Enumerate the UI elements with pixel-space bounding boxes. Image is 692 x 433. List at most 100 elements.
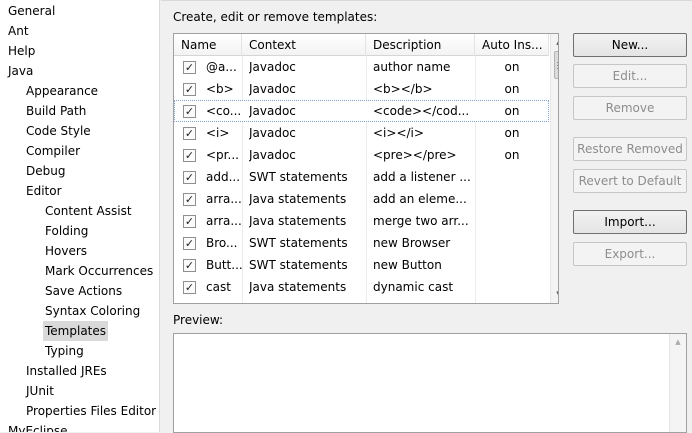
templates-table[interactable]: Name Context Description Auto Ins... ✓ @… — [173, 33, 559, 304]
scroll-up-arrow-icon[interactable]: ▲ — [670, 334, 686, 350]
top-divider — [161, 0, 692, 1]
table-row[interactable]: ✓ <b> Javadoc <b></b> on — [174, 78, 549, 100]
template-context: SWT statements — [249, 236, 348, 250]
column-header-context[interactable]: Context — [242, 34, 366, 56]
restore-removed-button[interactable]: Restore Removed — [573, 137, 687, 161]
scrollbar-thumb[interactable] — [554, 51, 558, 79]
tree-item-help[interactable]: Help — [6, 41, 37, 61]
tree-item-typing[interactable]: Typing — [43, 341, 86, 361]
template-auto-insert: on — [504, 104, 520, 118]
tree-item-label: Templates — [45, 324, 107, 338]
table-row-selected[interactable]: ✓ <co... Javadoc <code></cod... on — [174, 100, 549, 122]
column-header-description[interactable]: Description — [366, 34, 475, 56]
tree-item-label: Editor — [26, 184, 62, 198]
tree-item-folding[interactable]: Folding — [43, 221, 90, 241]
template-description: new Button — [373, 258, 442, 272]
column-header-name[interactable]: Name — [174, 34, 242, 56]
tree-item-editor[interactable]: Editor — [24, 181, 64, 201]
tree-item-compiler[interactable]: Compiler — [24, 141, 82, 161]
template-context: SWT statements — [249, 170, 348, 184]
export-button[interactable]: Export... — [573, 242, 687, 266]
tree-item-label: Save Actions — [45, 284, 123, 298]
template-auto-insert — [475, 254, 549, 276]
grip-line — [557, 68, 558, 69]
table-row[interactable]: ✓ arra... Java statements merge two arr.… — [174, 210, 549, 232]
tree-item-ant[interactable]: Ant — [6, 21, 31, 41]
tree-item-label: Ant — [8, 24, 29, 38]
template-auto-insert: on — [504, 60, 520, 74]
edit-button[interactable]: Edit... — [573, 64, 687, 88]
template-name: arra... — [206, 192, 242, 206]
template-description: <b></b> — [373, 82, 433, 96]
template-context: SWT statements — [249, 258, 348, 272]
tree-item-label: JUnit — [26, 384, 54, 398]
scroll-up-arrow-icon[interactable]: ▲ — [551, 34, 558, 50]
enabled-checkbox[interactable]: ✓ — [183, 259, 196, 272]
tree-item-content-assist[interactable]: Content Assist — [43, 201, 134, 221]
tree-item-myeclipse[interactable]: MyEclipse — [6, 421, 70, 432]
enabled-checkbox[interactable]: ✓ — [183, 83, 196, 96]
enabled-checkbox[interactable]: ✓ — [183, 193, 196, 206]
template-description: add a listener ... — [373, 170, 471, 184]
enabled-checkbox[interactable]: ✓ — [183, 237, 196, 250]
template-auto-insert: on — [504, 82, 520, 96]
enabled-checkbox[interactable]: ✓ — [183, 215, 196, 228]
tree-item-appearance[interactable]: Appearance — [24, 81, 100, 101]
template-context: Javadoc — [249, 104, 296, 118]
tree-item-build-path[interactable]: Build Path — [24, 101, 88, 121]
tree-item-hovers[interactable]: Hovers — [43, 241, 89, 261]
column-header-auto-insert[interactable]: Auto Ins... — [475, 34, 549, 56]
table-row[interactable]: ✓ <pr... Javadoc <pre></pre> on — [174, 144, 549, 166]
template-auto-insert — [475, 166, 549, 188]
template-name: add... — [206, 170, 241, 184]
tree-item-templates[interactable]: Templates — [43, 321, 109, 341]
tree-item-syntax-coloring[interactable]: Syntax Coloring — [43, 301, 142, 321]
enabled-checkbox[interactable]: ✓ — [183, 127, 196, 140]
preferences-tree: General Ant Help Java Appearance Build P… — [0, 0, 160, 432]
tree-item-installed-jres[interactable]: Installed JREs — [24, 361, 109, 381]
tree-item-mark-occurrences[interactable]: Mark Occurrences — [43, 261, 155, 281]
template-name: <co... — [206, 104, 242, 118]
table-row[interactable]: ✓ <i> Javadoc <i></i> on — [174, 122, 549, 144]
tree-item-label: Build Path — [26, 104, 87, 118]
templates-page: Create, edit or remove templates: Name C… — [161, 0, 692, 433]
tree-item-label: Properties Files Editor — [26, 404, 157, 418]
scroll-down-arrow-icon[interactable]: ▼ — [551, 286, 558, 302]
tree-item-save-actions[interactable]: Save Actions — [43, 281, 124, 301]
enabled-checkbox[interactable]: ✓ — [183, 61, 196, 74]
table-row[interactable]: ✓ arra... Java statements add an eleme..… — [174, 188, 549, 210]
tree-item-label: Hovers — [45, 244, 88, 258]
enabled-checkbox[interactable]: ✓ — [183, 149, 196, 162]
template-context: Java statements — [249, 214, 347, 228]
tree-item-code-style[interactable]: Code Style — [24, 121, 93, 141]
table-row[interactable]: ✓ @a... Javadoc author name on — [174, 56, 549, 78]
tree-item-junit[interactable]: JUnit — [24, 381, 56, 401]
template-description: <pre></pre> — [373, 148, 457, 162]
enabled-checkbox[interactable]: ✓ — [183, 281, 196, 294]
tree-item-general[interactable]: General — [6, 1, 57, 21]
preview-vertical-scrollbar[interactable]: ▲ — [669, 334, 686, 432]
table-row[interactable]: ✓ Bro... SWT statements new Browser — [174, 232, 549, 254]
enabled-checkbox[interactable]: ✓ — [183, 105, 196, 118]
table-row[interactable]: ✓ Butt... SWT statements new Button — [174, 254, 549, 276]
table-vertical-scrollbar[interactable]: ▲ ▼ — [550, 34, 558, 303]
tree-item-java[interactable]: Java — [6, 61, 35, 81]
import-button[interactable]: Import... — [573, 210, 687, 234]
template-name: <b> — [206, 82, 234, 96]
table-row[interactable]: ✓ cast Java statements dynamic cast — [174, 276, 549, 298]
template-name: <i> — [206, 126, 230, 140]
tree-item-label: Typing — [45, 344, 84, 358]
template-description: author name — [373, 60, 451, 74]
new-button[interactable]: New... — [573, 33, 687, 57]
remove-button[interactable]: Remove — [573, 96, 687, 120]
tree-item-properties-files-editor[interactable]: Properties Files Editor — [24, 401, 158, 421]
table-row[interactable]: ✓ add... SWT statements add a listener .… — [174, 166, 549, 188]
template-description: new Browser — [373, 236, 451, 250]
revert-to-default-button[interactable]: Revert to Default — [573, 169, 687, 193]
tree-item-debug[interactable]: Debug — [24, 161, 67, 181]
preview-text-area[interactable]: ▲ — [173, 333, 687, 433]
template-auto-insert: on — [504, 126, 520, 140]
tree-item-label: Debug — [26, 164, 66, 178]
template-context: Javadoc — [249, 126, 296, 140]
enabled-checkbox[interactable]: ✓ — [183, 171, 196, 184]
